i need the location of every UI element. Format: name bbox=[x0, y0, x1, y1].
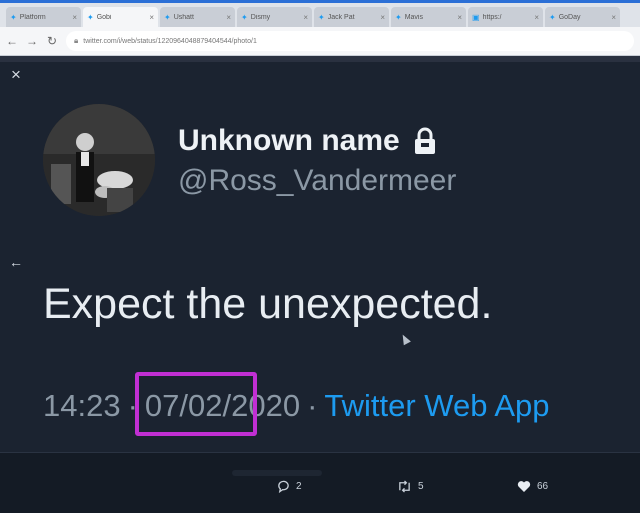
url-text: twitter.com/i/web/status/122096404887940… bbox=[83, 37, 257, 45]
back-arrow-icon[interactable]: ← bbox=[9, 254, 23, 270]
tweet-text: Expect the unexpected. bbox=[43, 280, 493, 328]
tweet-source-link[interactable]: Twitter Web App bbox=[324, 388, 549, 424]
browser-tab-bar: ✦ Platform × ✦ Gobi × ✦ Ushatt × ✦ Dismy… bbox=[0, 0, 640, 27]
like-count: 66 bbox=[537, 481, 549, 492]
browser-tab[interactable]: ✦ Jack Pat × bbox=[314, 7, 389, 27]
browser-tab[interactable]: ✦ Dismy × bbox=[237, 7, 312, 27]
browser-tab[interactable]: ✦ Platform × bbox=[6, 7, 81, 27]
mouse-cursor-icon bbox=[399, 332, 411, 346]
close-tab-icon[interactable]: × bbox=[611, 13, 616, 22]
close-tab-icon[interactable]: × bbox=[457, 13, 462, 22]
twitter-icon: ✦ bbox=[318, 12, 325, 22]
browser-toolbar: ← → ↻ 🔒︎ twitter.com/i/web/status/122096… bbox=[0, 27, 640, 56]
reload-icon[interactable]: ↻ bbox=[46, 34, 58, 48]
browser-tab[interactable]: ▣ https:/ × bbox=[468, 7, 543, 27]
browser-tab[interactable]: ✦ Mavis × bbox=[391, 7, 466, 27]
retweet-count: 5 bbox=[418, 481, 424, 492]
protected-lock-icon bbox=[414, 127, 435, 154]
twitter-icon: ✦ bbox=[395, 12, 402, 22]
retweet-icon bbox=[399, 480, 410, 493]
forward-icon[interactable]: → bbox=[26, 34, 38, 48]
browser-tab[interactable]: ✦ Ushatt × bbox=[160, 7, 235, 27]
display-name-text: Unknown name bbox=[178, 124, 400, 157]
close-tab-icon[interactable]: × bbox=[303, 13, 308, 22]
twitter-icon: ✦ bbox=[241, 12, 248, 22]
close-tab-icon[interactable]: × bbox=[72, 13, 77, 22]
divider bbox=[232, 470, 322, 476]
like-button[interactable]: 66 bbox=[517, 480, 548, 493]
retweet-button[interactable]: 5 bbox=[397, 480, 424, 493]
close-icon[interactable]: × bbox=[11, 66, 21, 83]
close-tab-icon[interactable]: × bbox=[226, 13, 231, 22]
display-name[interactable]: Unknown name bbox=[178, 124, 440, 158]
browser-tab[interactable]: ✦ GoDay × bbox=[545, 7, 620, 27]
page-icon: ▣ bbox=[472, 12, 480, 22]
lock-icon: 🔒︎ bbox=[74, 36, 79, 45]
twitter-icon: ✦ bbox=[87, 12, 94, 22]
reply-icon bbox=[278, 480, 289, 493]
date-highlight-annotation bbox=[135, 372, 257, 436]
browser-tab-active[interactable]: ✦ Gobi × bbox=[83, 7, 158, 27]
page-top-strip bbox=[0, 56, 640, 62]
avatar-photo bbox=[43, 104, 155, 216]
close-tab-icon[interactable]: × bbox=[149, 13, 154, 22]
tweet-meta: 14:23 · 07/02/2020 · Twitter Web App bbox=[43, 388, 550, 424]
reply-count: 2 bbox=[296, 481, 302, 492]
reply-button[interactable]: 2 bbox=[277, 480, 302, 493]
address-bar[interactable]: 🔒︎ twitter.com/i/web/status/122096404887… bbox=[66, 31, 634, 51]
twitter-icon: ✦ bbox=[549, 12, 556, 22]
twitter-icon: ✦ bbox=[164, 12, 171, 22]
heart-icon bbox=[517, 481, 531, 492]
close-tab-icon[interactable]: × bbox=[534, 13, 539, 22]
close-tab-icon[interactable]: × bbox=[380, 13, 385, 22]
avatar[interactable] bbox=[43, 104, 155, 216]
twitter-icon: ✦ bbox=[10, 12, 17, 22]
user-handle[interactable]: @Ross_Vandermeer bbox=[178, 164, 456, 198]
separator-dot: · bbox=[307, 388, 318, 423]
tweet-time[interactable]: 14:23 bbox=[43, 388, 121, 424]
back-icon[interactable]: ← bbox=[6, 34, 18, 48]
